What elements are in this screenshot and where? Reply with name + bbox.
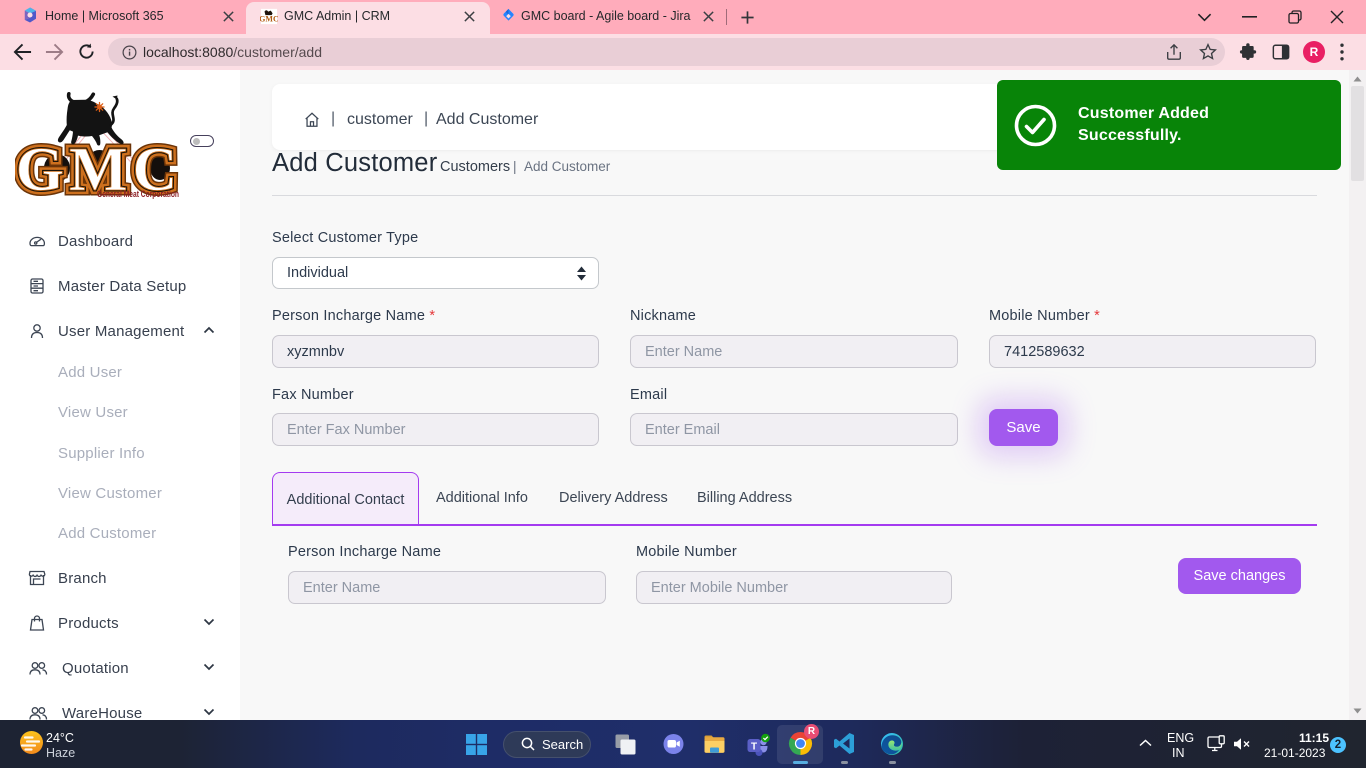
svg-text:GMC: GMC xyxy=(260,14,278,23)
svg-text:T: T xyxy=(751,742,757,753)
svg-text:General Meat Corporation: General Meat Corporation xyxy=(97,189,179,199)
